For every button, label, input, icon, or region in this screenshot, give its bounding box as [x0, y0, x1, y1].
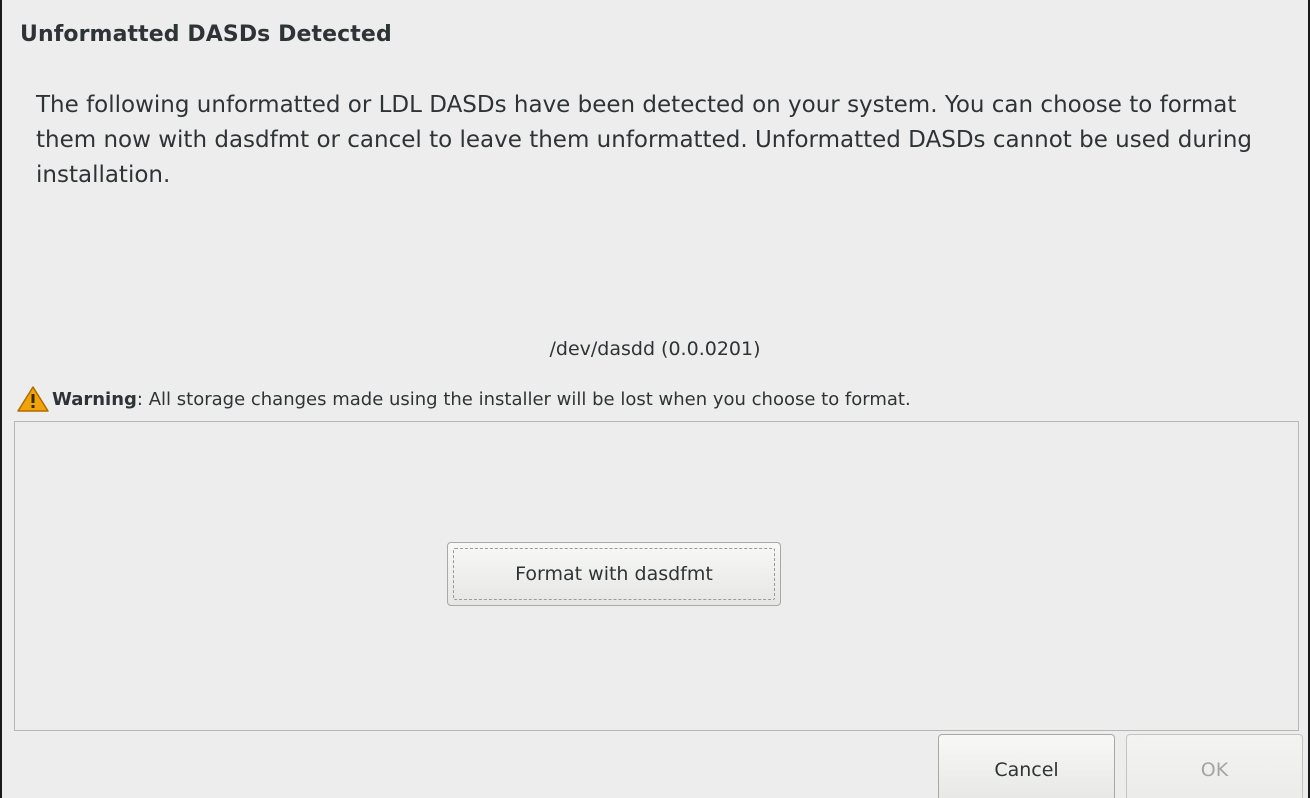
dialog-title: Unformatted DASDs Detected — [20, 22, 392, 47]
dasd-dialog: Unformatted DASDs Detected The following… — [0, 0, 1310, 798]
dialog-message: The following unformatted or LDL DASDs h… — [36, 92, 1253, 188]
warning-label: Warning — [52, 388, 137, 410]
warning-triangle-icon — [16, 385, 50, 413]
cancel-button-label: Cancel — [994, 759, 1059, 781]
device-label: /dev/dasdd (0.0.0201) — [549, 338, 761, 360]
warning-row: Warning: All storage changes made using … — [16, 385, 911, 413]
warning-text: All storage changes made using the insta… — [143, 388, 911, 410]
format-with-dasdfmt-button[interactable]: Format with dasdfmt — [447, 542, 781, 606]
ok-button-label: OK — [1200, 759, 1229, 781]
cancel-button[interactable]: Cancel — [938, 734, 1115, 798]
format-button-label: Format with dasdfmt — [515, 563, 713, 585]
ok-button[interactable]: OK — [1126, 734, 1303, 798]
format-frame: Format with dasdfmt — [14, 421, 1299, 731]
